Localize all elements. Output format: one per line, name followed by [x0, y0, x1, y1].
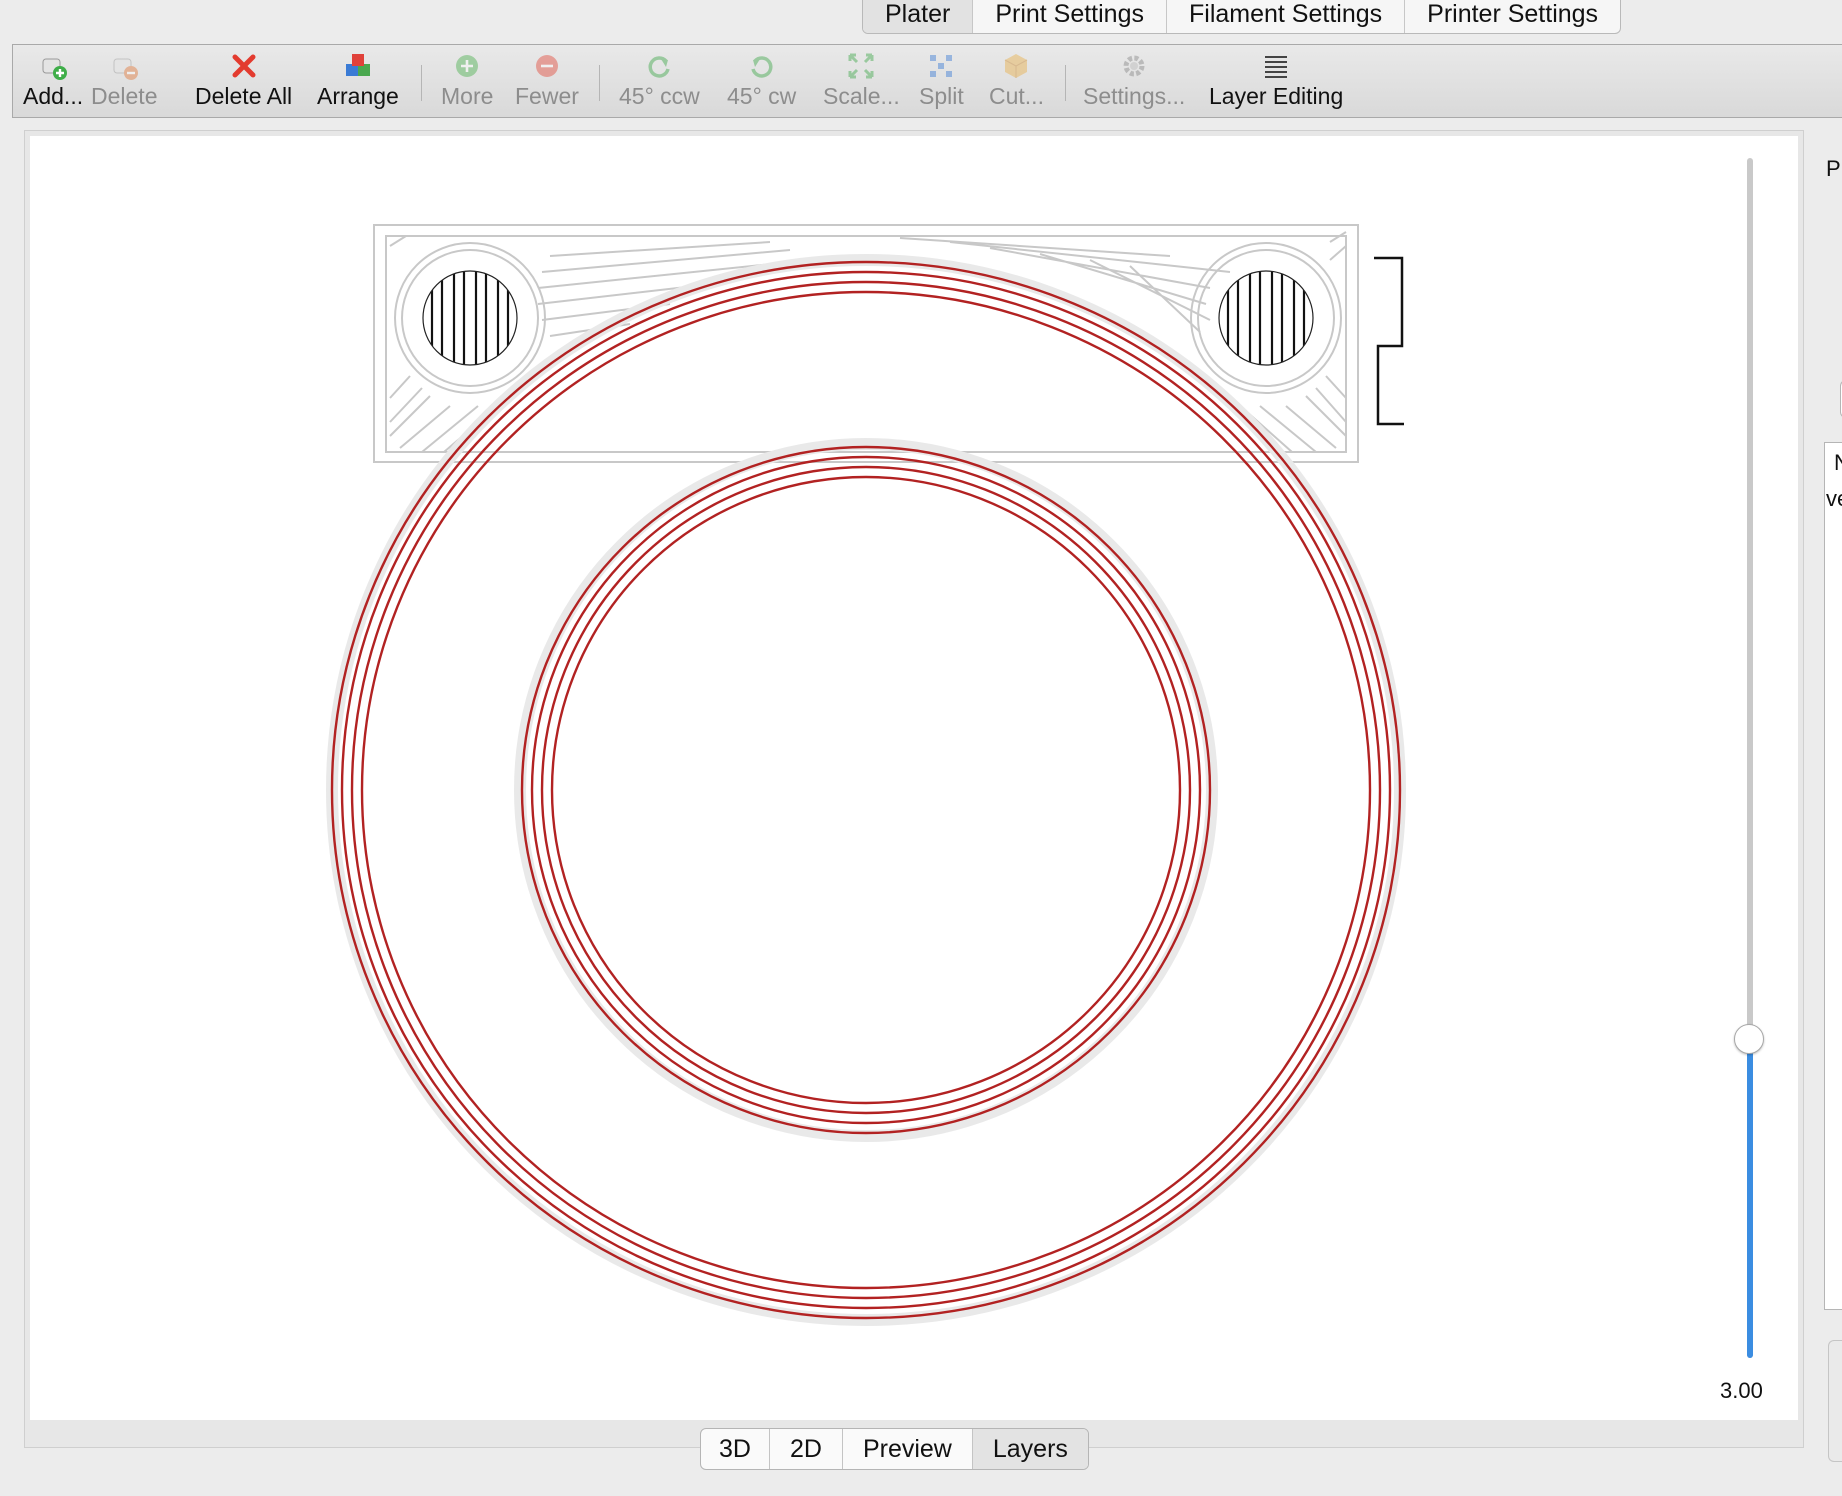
layer-editing-label: Layer Editing — [1209, 83, 1344, 109]
tab-filament-settings[interactable]: Filament Settings — [1166, 0, 1404, 33]
tab-2d[interactable]: 2D — [768, 1429, 842, 1469]
rotate-ccw-icon — [644, 51, 674, 81]
sidebar-label: P — [1826, 156, 1841, 181]
scale-icon — [846, 51, 876, 81]
add-label: Add... — [23, 83, 84, 109]
tab-3d[interactable]: 3D — [701, 1429, 769, 1469]
more-button[interactable]: More — [441, 51, 493, 115]
delete-all-label: Delete All — [195, 83, 293, 109]
plus-circle-icon — [452, 51, 482, 81]
tab-layers[interactable]: Layers — [971, 1429, 1088, 1469]
view-tabs: 3D 2D Preview Layers — [700, 1428, 1089, 1470]
toolbar-separator — [421, 65, 422, 101]
split-button[interactable]: Split — [919, 51, 964, 115]
arrange-label: Arrange — [317, 83, 399, 109]
outer-ring — [326, 254, 1406, 1326]
add-icon — [38, 51, 68, 81]
split-label: Split — [919, 83, 964, 109]
gear-icon — [1119, 51, 1149, 81]
layer-editing-button[interactable]: Layer Editing — [1209, 51, 1343, 115]
rotate-cw-label: 45° cw — [727, 83, 797, 109]
delete-icon — [109, 51, 139, 81]
tab-print-settings[interactable]: Print Settings — [972, 0, 1166, 33]
object-list-header-second: ve — [1826, 486, 1842, 511]
toolbar-separator — [599, 65, 600, 101]
scale-button[interactable]: Scale... — [823, 51, 900, 115]
split-icon — [926, 51, 956, 81]
rotate-cw-icon — [747, 51, 777, 81]
plater-toolbar: Add... Delete Delete All Arrange More Fe… — [12, 44, 1842, 118]
add-button[interactable]: Add... — [23, 51, 83, 115]
main-tabs: Plater Print Settings Filament Settings … — [862, 0, 1622, 34]
rotate-cw-button[interactable]: 45° cw — [727, 51, 796, 115]
tab-printer-settings[interactable]: Printer Settings — [1404, 0, 1620, 33]
delete-all-icon — [229, 51, 259, 81]
layers-icon — [1261, 51, 1291, 81]
arrange-button[interactable]: Arrange — [317, 51, 399, 115]
sidebar-info-box — [1828, 1340, 1842, 1462]
fewer-label: Fewer — [515, 83, 579, 109]
hole-right — [1218, 270, 1314, 366]
layer-preview-canvas[interactable] — [30, 136, 1798, 1420]
hole-left — [422, 270, 518, 366]
delete-label: Delete — [91, 83, 158, 109]
layer-drawing — [326, 224, 1406, 1326]
delete-all-button[interactable]: Delete All — [195, 51, 292, 115]
rotate-ccw-button[interactable]: 45° ccw — [619, 51, 700, 115]
more-label: More — [441, 83, 494, 109]
rotate-ccw-label: 45° ccw — [619, 83, 700, 109]
object-list[interactable] — [1824, 442, 1842, 1310]
fewer-button[interactable]: Fewer — [515, 51, 579, 115]
scale-label: Scale... — [823, 83, 900, 109]
inner-ring — [514, 438, 1218, 1142]
cut-label: Cut... — [989, 83, 1044, 109]
layer-slider-fill — [1747, 1040, 1753, 1358]
hole-infill-right — [1226, 271, 1306, 365]
arrange-icon — [343, 51, 373, 81]
settings-button[interactable]: Settings... — [1083, 51, 1185, 115]
minus-circle-icon — [532, 51, 562, 81]
cut-icon — [1001, 51, 1031, 81]
tab-preview[interactable]: Preview — [841, 1429, 972, 1469]
object-list-header-name: N — [1834, 450, 1842, 475]
cut-button[interactable]: Cut... — [989, 51, 1044, 115]
layer-height-value: 3.00 — [1720, 1378, 1763, 1403]
hole-infill-left — [430, 271, 510, 365]
delete-button[interactable]: Delete — [91, 51, 157, 115]
toolbar-separator — [1065, 65, 1066, 101]
tab-plater[interactable]: Plater — [863, 0, 973, 33]
settings-label: Settings... — [1083, 83, 1186, 109]
bracket-outline — [1374, 256, 1404, 426]
layer-slider-handle[interactable] — [1734, 1024, 1764, 1054]
